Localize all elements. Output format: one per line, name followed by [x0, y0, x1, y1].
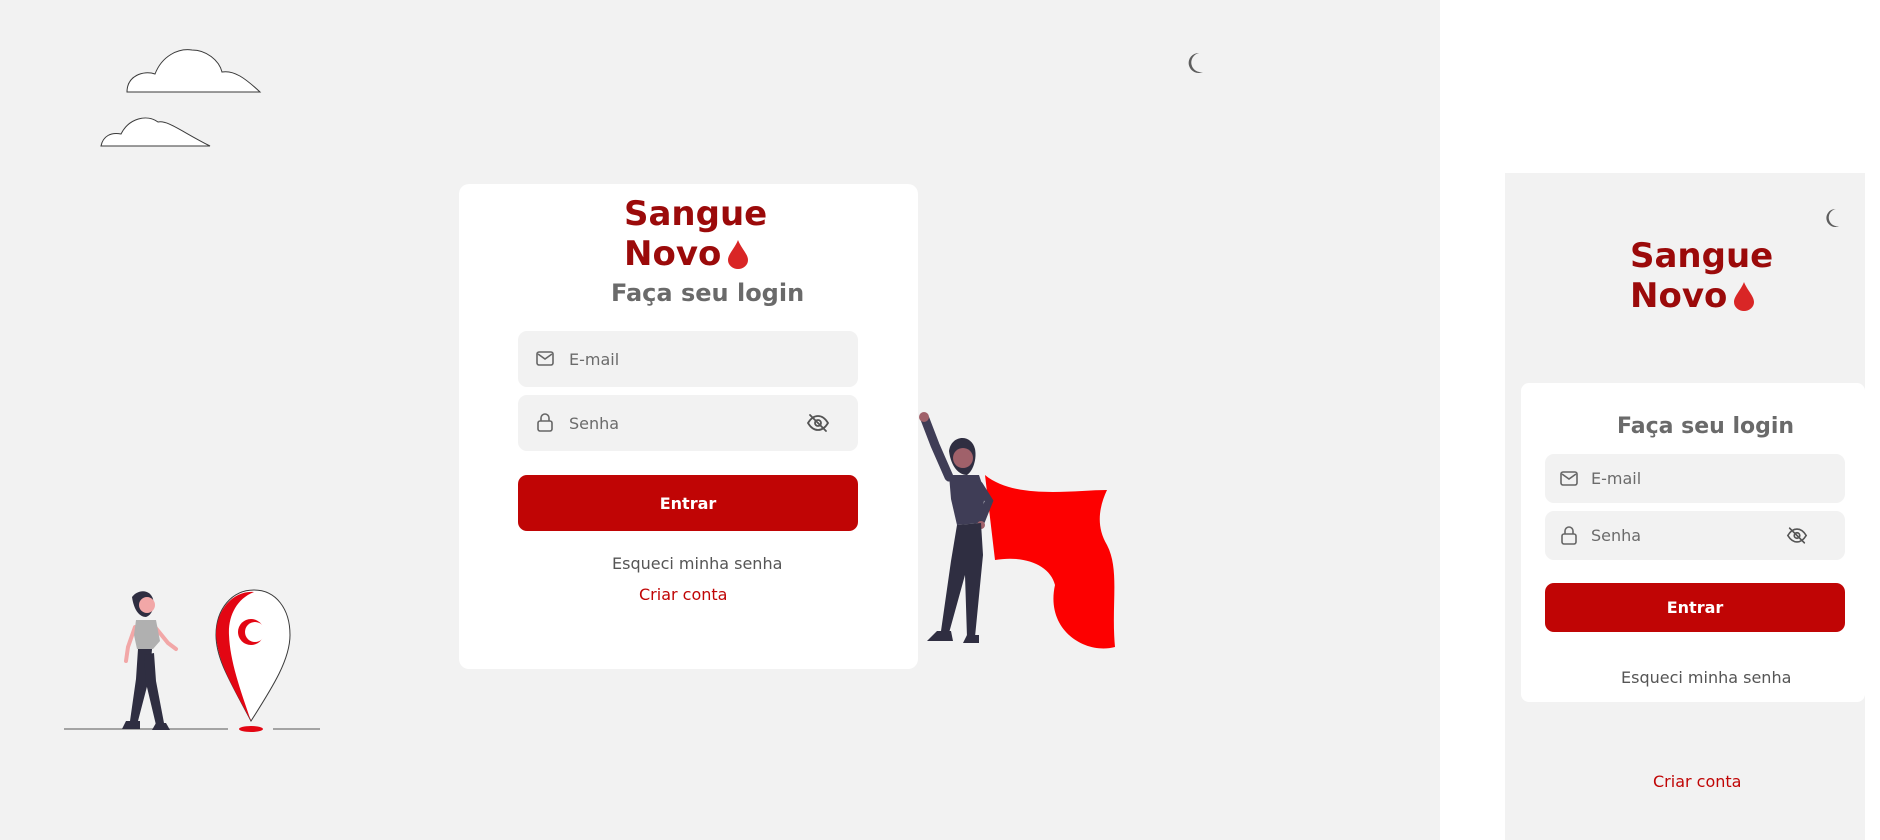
moon-icon[interactable]: [1186, 52, 1206, 74]
brand-line-2: Novo: [1630, 276, 1773, 316]
login-title: Faça seu login: [1617, 414, 1795, 439]
brand-line-1: Sangue: [1630, 236, 1774, 276]
blood-drop-icon: [1734, 282, 1755, 311]
brand-logo: Sangue Novo: [1630, 236, 1773, 316]
moon-icon[interactable]: [1824, 208, 1842, 228]
password-field[interactable]: [518, 395, 858, 451]
email-input[interactable]: [1591, 454, 1831, 503]
mail-icon: [536, 351, 554, 366]
mail-icon: [1560, 471, 1578, 486]
create-account-link[interactable]: Criar conta: [1653, 772, 1741, 791]
password-field[interactable]: [1545, 511, 1845, 560]
eye-off-icon[interactable]: [1786, 526, 1808, 545]
superhero-woman-illustration: [919, 412, 1115, 649]
brand-logo: Sangue Novo: [624, 194, 767, 274]
login-card: Sangue Novo Faça seu login Entrar: [459, 184, 918, 669]
password-input[interactable]: [569, 395, 799, 451]
login-title: Faça seu login: [611, 279, 805, 307]
email-field[interactable]: [1545, 454, 1845, 503]
login-card: Faça seu login Entrar Esqueci minha senh…: [1521, 383, 1865, 702]
cloud-illustration: [100, 49, 262, 147]
mobile-view: Sangue Novo Faça seu login Entrar: [1505, 173, 1865, 840]
lock-icon: [537, 413, 553, 432]
forgot-password-link[interactable]: Esqueci minha senha: [612, 554, 782, 573]
desktop-view: Sangue Novo Faça seu login Entrar: [0, 0, 1440, 840]
eye-off-icon[interactable]: [806, 413, 830, 433]
brand-line-2: Novo: [624, 234, 767, 274]
email-input[interactable]: [569, 331, 839, 387]
brand-line-2-text: Novo: [624, 234, 722, 274]
brand-line-2-text: Novo: [1630, 276, 1728, 316]
login-submit-button[interactable]: Entrar: [1545, 583, 1845, 632]
lock-icon: [1561, 526, 1577, 545]
forgot-password-link[interactable]: Esqueci minha senha: [1621, 668, 1791, 687]
login-submit-button[interactable]: Entrar: [518, 475, 858, 531]
brand-line-1: Sangue: [624, 194, 768, 234]
password-input[interactable]: [1591, 511, 1791, 560]
map-pin-illustration: [215, 589, 291, 732]
email-field[interactable]: [518, 331, 858, 387]
blood-drop-icon: [728, 240, 749, 269]
create-account-link[interactable]: Criar conta: [639, 585, 727, 604]
